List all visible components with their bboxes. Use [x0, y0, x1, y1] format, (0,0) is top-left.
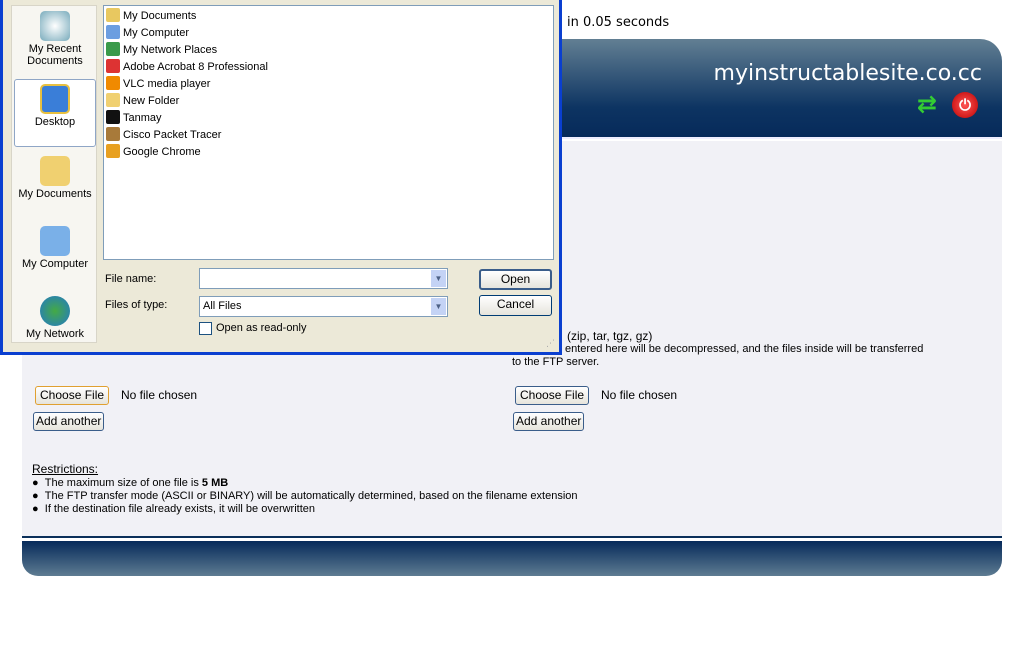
file-icon	[106, 144, 120, 158]
add-another-button[interactable]: Add another	[33, 412, 105, 431]
file-name-input[interactable]: ▼	[199, 268, 448, 289]
file-status: No file chosen	[601, 388, 678, 402]
file-list-item[interactable]: Google Chrome	[106, 144, 201, 160]
place-my-documents[interactable]: My Documents	[14, 156, 96, 212]
file-name: My Computer	[123, 27, 190, 39]
power-icon[interactable]: ⏻	[952, 92, 978, 118]
file-list-item[interactable]: My Computer	[106, 25, 189, 41]
file-icon	[106, 127, 120, 141]
files-of-type-select[interactable]: All Files ▼	[199, 296, 448, 317]
refresh-icon[interactable]: ⇄	[914, 91, 940, 117]
my-computer-icon	[40, 226, 70, 256]
file-list[interactable]: My Documents My Computer My Network Places…	[103, 5, 554, 260]
restriction-item: ● The maximum size of one file is 5 MB	[32, 477, 229, 489]
file-status: No file chosen	[121, 388, 198, 402]
place-desktop[interactable]: Desktop	[14, 79, 96, 147]
file-name: New Folder	[123, 95, 180, 107]
archive-note: (zip, tar, tgz, gz)	[567, 329, 653, 343]
readonly-checkbox[interactable]	[199, 322, 212, 335]
file-icon	[106, 25, 120, 39]
file-icon	[106, 110, 120, 124]
file-open-dialog: My Recent Documents Desktop My Documents…	[0, 0, 562, 355]
file-list-item[interactable]: Tanmay	[106, 110, 162, 126]
file-name: My Network Places	[123, 44, 218, 56]
add-another-button[interactable]: Add another	[513, 412, 585, 431]
desktop-icon	[40, 84, 70, 114]
cancel-button[interactable]: Cancel	[479, 295, 552, 316]
file-icon	[106, 59, 120, 73]
file-name: Tanmay	[123, 112, 162, 124]
file-list-item[interactable]: VLC media player	[106, 76, 210, 92]
restriction-item: ● The FTP transfer mode (ASCII or BINARY…	[32, 490, 578, 502]
file-list-item[interactable]: Adobe Acrobat 8 Professional	[106, 59, 268, 75]
readonly-label: Open as read-only	[216, 322, 307, 334]
file-icon	[106, 93, 120, 107]
file-name: Adobe Acrobat 8 Professional	[123, 61, 268, 73]
file-icon	[106, 76, 120, 90]
archive-note: entered here will be decompressed, and t…	[565, 343, 924, 355]
file-list-item[interactable]: Cisco Packet Tracer	[106, 127, 221, 143]
chevron-down-icon[interactable]: ▼	[431, 270, 446, 287]
my-network-icon	[40, 296, 70, 326]
choose-file-button[interactable]: Choose File	[515, 386, 590, 405]
file-name: Cisco Packet Tracer	[123, 129, 222, 141]
file-list-item[interactable]: My Documents	[106, 8, 196, 24]
open-button[interactable]: Open	[479, 269, 552, 290]
resize-grip[interactable]: ⋰	[546, 339, 555, 349]
place-recent-documents[interactable]: My Recent Documents	[14, 11, 96, 75]
recent-documents-icon	[40, 11, 70, 41]
restriction-item: ● If the destination file already exists…	[32, 503, 316, 515]
file-list-item[interactable]: My Network Places	[106, 42, 217, 58]
file-name: My Documents	[123, 10, 197, 22]
restrictions-title: Restrictions:	[32, 462, 99, 476]
places-bar: My Recent Documents Desktop My Documents…	[11, 5, 97, 343]
archive-note: to the FTP server.	[512, 356, 600, 368]
choose-file-button[interactable]: Choose File	[35, 386, 110, 405]
place-my-computer[interactable]: My Computer	[14, 226, 96, 282]
file-icon	[106, 42, 120, 56]
site-footer	[22, 541, 1002, 576]
file-list-item[interactable]: New Folder	[106, 93, 179, 109]
restrictions-list: ● The maximum size of one file is 5 MB ●…	[32, 477, 578, 516]
chevron-down-icon[interactable]: ▼	[431, 298, 446, 315]
file-icon	[106, 8, 120, 22]
file-name: Google Chrome	[123, 146, 201, 158]
file-name: VLC media player	[123, 78, 211, 90]
files-of-type-label: Files of type:	[105, 299, 168, 311]
my-documents-icon	[40, 156, 70, 186]
timing-text: in 0.05 seconds	[567, 15, 670, 30]
site-title: myinstructablesite.co.cc	[713, 61, 982, 86]
file-name-label: File name:	[105, 273, 157, 285]
place-my-network[interactable]: My Network	[14, 296, 96, 342]
